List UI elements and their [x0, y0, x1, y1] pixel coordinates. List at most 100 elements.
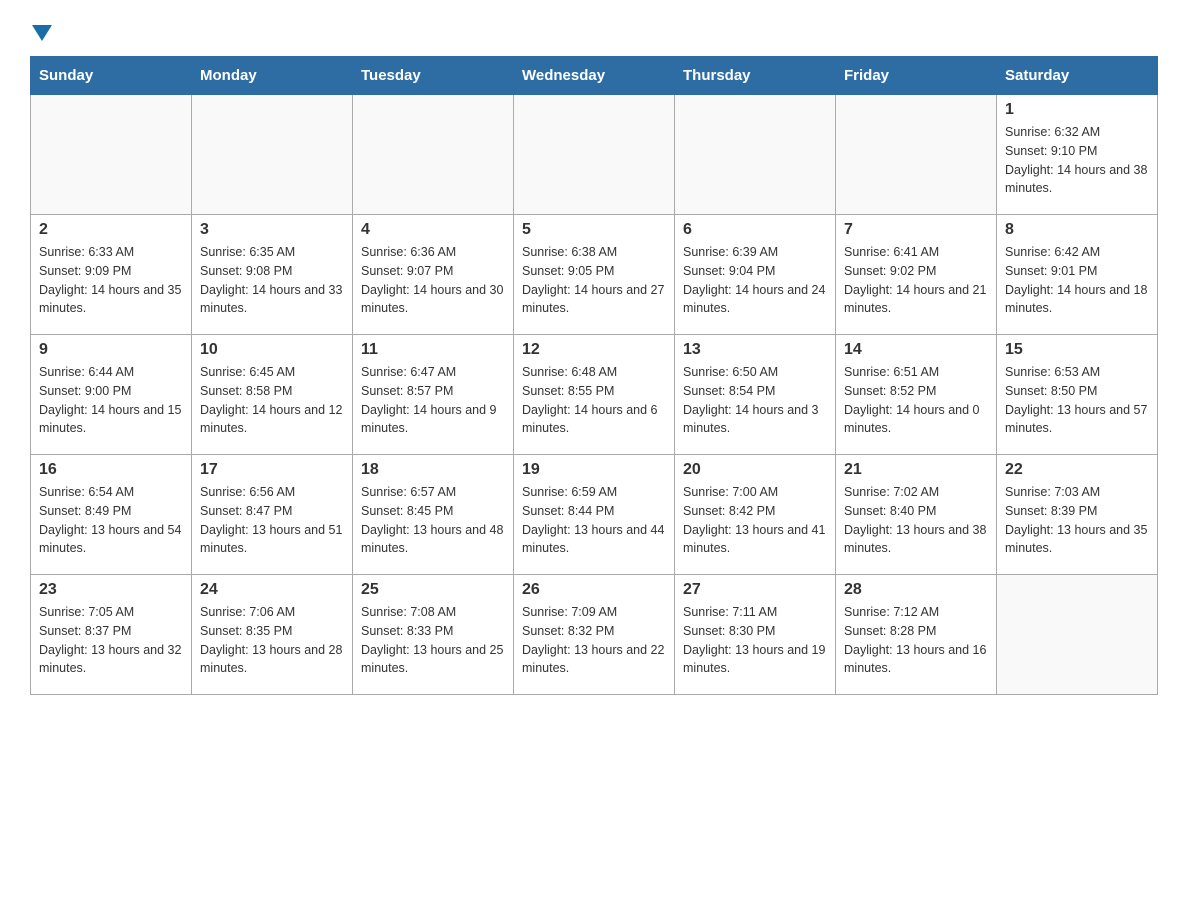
day-info: Sunrise: 6:41 AMSunset: 9:02 PMDaylight:… [844, 243, 988, 318]
calendar-day-cell: 22 Sunrise: 7:03 AMSunset: 8:39 PMDayligh… [997, 455, 1158, 575]
calendar-day-cell: 26 Sunrise: 7:09 AMSunset: 8:32 PMDayligh… [514, 575, 675, 695]
calendar-day-cell: 20 Sunrise: 7:00 AMSunset: 8:42 PMDayligh… [675, 455, 836, 575]
day-info: Sunrise: 7:08 AMSunset: 8:33 PMDaylight:… [361, 603, 505, 678]
day-number: 28 [844, 581, 988, 599]
calendar-day-cell: 18 Sunrise: 6:57 AMSunset: 8:45 PMDayligh… [353, 455, 514, 575]
day-info: Sunrise: 6:33 AMSunset: 9:09 PMDaylight:… [39, 243, 183, 318]
day-info: Sunrise: 7:02 AMSunset: 8:40 PMDaylight:… [844, 483, 988, 558]
calendar-week-row: 23 Sunrise: 7:05 AMSunset: 8:37 PMDayligh… [31, 575, 1158, 695]
calendar-day-cell: 27 Sunrise: 7:11 AMSunset: 8:30 PMDayligh… [675, 575, 836, 695]
calendar-header-row: SundayMondayTuesdayWednesdayThursdayFrid… [31, 57, 1158, 95]
day-number: 12 [522, 341, 666, 359]
logo-triangle-icon [32, 25, 52, 41]
day-info: Sunrise: 6:35 AMSunset: 9:08 PMDaylight:… [200, 243, 344, 318]
day-number: 17 [200, 461, 344, 479]
day-of-week-header: Tuesday [353, 57, 514, 95]
day-number: 24 [200, 581, 344, 599]
day-number: 1 [1005, 101, 1149, 119]
day-number: 19 [522, 461, 666, 479]
day-info: Sunrise: 6:36 AMSunset: 9:07 PMDaylight:… [361, 243, 505, 318]
calendar-day-cell: 7 Sunrise: 6:41 AMSunset: 9:02 PMDaylight… [836, 215, 997, 335]
day-info: Sunrise: 6:44 AMSunset: 9:00 PMDaylight:… [39, 363, 183, 438]
calendar-day-cell: 15 Sunrise: 6:53 AMSunset: 8:50 PMDayligh… [997, 335, 1158, 455]
day-info: Sunrise: 6:53 AMSunset: 8:50 PMDaylight:… [1005, 363, 1149, 438]
day-info: Sunrise: 6:48 AMSunset: 8:55 PMDaylight:… [522, 363, 666, 438]
day-info: Sunrise: 6:54 AMSunset: 8:49 PMDaylight:… [39, 483, 183, 558]
day-info: Sunrise: 7:11 AMSunset: 8:30 PMDaylight:… [683, 603, 827, 678]
day-number: 16 [39, 461, 183, 479]
calendar-day-cell: 28 Sunrise: 7:12 AMSunset: 8:28 PMDayligh… [836, 575, 997, 695]
calendar-day-cell [836, 95, 997, 215]
calendar-day-cell: 3 Sunrise: 6:35 AMSunset: 9:08 PMDaylight… [192, 215, 353, 335]
calendar-day-cell: 9 Sunrise: 6:44 AMSunset: 9:00 PMDaylight… [31, 335, 192, 455]
day-number: 27 [683, 581, 827, 599]
day-of-week-header: Sunday [31, 57, 192, 95]
calendar-day-cell: 25 Sunrise: 7:08 AMSunset: 8:33 PMDayligh… [353, 575, 514, 695]
calendar-day-cell [997, 575, 1158, 695]
calendar-day-cell: 14 Sunrise: 6:51 AMSunset: 8:52 PMDayligh… [836, 335, 997, 455]
day-of-week-header: Saturday [997, 57, 1158, 95]
calendar-day-cell: 1 Sunrise: 6:32 AMSunset: 9:10 PMDaylight… [997, 95, 1158, 215]
calendar-day-cell: 24 Sunrise: 7:06 AMSunset: 8:35 PMDayligh… [192, 575, 353, 695]
day-info: Sunrise: 6:45 AMSunset: 8:58 PMDaylight:… [200, 363, 344, 438]
day-of-week-header: Friday [836, 57, 997, 95]
calendar-table: SundayMondayTuesdayWednesdayThursdayFrid… [30, 56, 1158, 695]
day-info: Sunrise: 6:57 AMSunset: 8:45 PMDaylight:… [361, 483, 505, 558]
day-info: Sunrise: 6:38 AMSunset: 9:05 PMDaylight:… [522, 243, 666, 318]
day-number: 11 [361, 341, 505, 359]
day-info: Sunrise: 6:50 AMSunset: 8:54 PMDaylight:… [683, 363, 827, 438]
calendar-day-cell [675, 95, 836, 215]
calendar-day-cell: 21 Sunrise: 7:02 AMSunset: 8:40 PMDayligh… [836, 455, 997, 575]
day-number: 8 [1005, 221, 1149, 239]
day-info: Sunrise: 7:03 AMSunset: 8:39 PMDaylight:… [1005, 483, 1149, 558]
day-info: Sunrise: 6:32 AMSunset: 9:10 PMDaylight:… [1005, 123, 1149, 198]
day-of-week-header: Thursday [675, 57, 836, 95]
day-info: Sunrise: 6:39 AMSunset: 9:04 PMDaylight:… [683, 243, 827, 318]
calendar-day-cell: 12 Sunrise: 6:48 AMSunset: 8:55 PMDayligh… [514, 335, 675, 455]
day-info: Sunrise: 7:00 AMSunset: 8:42 PMDaylight:… [683, 483, 827, 558]
day-info: Sunrise: 6:51 AMSunset: 8:52 PMDaylight:… [844, 363, 988, 438]
day-info: Sunrise: 7:06 AMSunset: 8:35 PMDaylight:… [200, 603, 344, 678]
day-info: Sunrise: 7:12 AMSunset: 8:28 PMDaylight:… [844, 603, 988, 678]
day-info: Sunrise: 6:42 AMSunset: 9:01 PMDaylight:… [1005, 243, 1149, 318]
logo [30, 20, 54, 46]
calendar-day-cell [31, 95, 192, 215]
day-number: 13 [683, 341, 827, 359]
day-number: 26 [522, 581, 666, 599]
calendar-day-cell: 6Sunrise: 6:39 AMSunset: 9:04 PMDaylight… [675, 215, 836, 335]
day-number: 25 [361, 581, 505, 599]
day-number: 4 [361, 221, 505, 239]
calendar-day-cell [514, 95, 675, 215]
day-number: 10 [200, 341, 344, 359]
day-number: 15 [1005, 341, 1149, 359]
calendar-week-row: 1 Sunrise: 6:32 AMSunset: 9:10 PMDaylight… [31, 95, 1158, 215]
calendar-week-row: 16 Sunrise: 6:54 AMSunset: 8:49 PMDayligh… [31, 455, 1158, 575]
calendar-day-cell: 8 Sunrise: 6:42 AMSunset: 9:01 PMDaylight… [997, 215, 1158, 335]
day-number: 20 [683, 461, 827, 479]
day-info: Sunrise: 6:59 AMSunset: 8:44 PMDaylight:… [522, 483, 666, 558]
day-number: 14 [844, 341, 988, 359]
calendar-day-cell: 13 Sunrise: 6:50 AMSunset: 8:54 PMDayligh… [675, 335, 836, 455]
calendar-day-cell [353, 95, 514, 215]
calendar-day-cell: 17Sunrise: 6:56 AMSunset: 8:47 PMDayligh… [192, 455, 353, 575]
day-of-week-header: Monday [192, 57, 353, 95]
day-info: Sunrise: 6:47 AMSunset: 8:57 PMDaylight:… [361, 363, 505, 438]
day-number: 23 [39, 581, 183, 599]
day-number: 21 [844, 461, 988, 479]
calendar-day-cell: 19 Sunrise: 6:59 AMSunset: 8:44 PMDayligh… [514, 455, 675, 575]
calendar-day-cell: 5 Sunrise: 6:38 AMSunset: 9:05 PMDaylight… [514, 215, 675, 335]
page-header [30, 20, 1158, 46]
day-number: 7 [844, 221, 988, 239]
calendar-week-row: 9 Sunrise: 6:44 AMSunset: 9:00 PMDaylight… [31, 335, 1158, 455]
day-number: 22 [1005, 461, 1149, 479]
day-info: Sunrise: 7:05 AMSunset: 8:37 PMDaylight:… [39, 603, 183, 678]
day-number: 5 [522, 221, 666, 239]
calendar-day-cell: 23 Sunrise: 7:05 AMSunset: 8:37 PMDayligh… [31, 575, 192, 695]
calendar-day-cell: 10 Sunrise: 6:45 AMSunset: 8:58 PMDayligh… [192, 335, 353, 455]
day-number: 18 [361, 461, 505, 479]
day-number: 9 [39, 341, 183, 359]
day-info: Sunrise: 7:09 AMSunset: 8:32 PMDaylight:… [522, 603, 666, 678]
day-number: 3 [200, 221, 344, 239]
calendar-day-cell: 4 Sunrise: 6:36 AMSunset: 9:07 PMDaylight… [353, 215, 514, 335]
day-of-week-header: Wednesday [514, 57, 675, 95]
